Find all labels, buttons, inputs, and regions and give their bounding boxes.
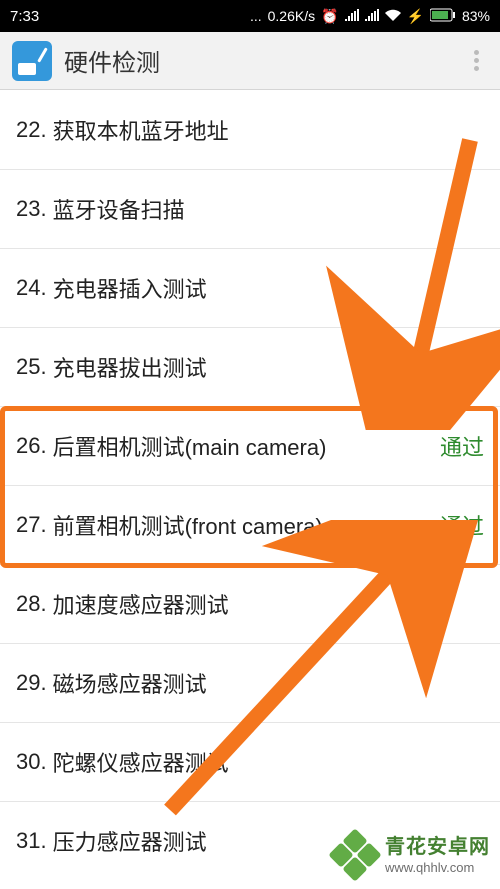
item-label: 前置相机测试(front camera) (53, 509, 440, 541)
app-bar: 硬件检测 (0, 32, 500, 90)
signal-icon-2 (365, 8, 379, 24)
signal-icon (345, 8, 359, 24)
item-label: 蓝牙设备扫描 (53, 193, 484, 225)
status-battery: 83% (462, 8, 490, 24)
app-title: 硬件检测 (64, 43, 464, 78)
list-item[interactable]: 23. 蓝牙设备扫描 (0, 169, 500, 248)
watermark-name: 青花安卓网 (385, 834, 490, 860)
status-time: 7:33 (10, 8, 39, 25)
list-item[interactable]: 28. 加速度感应器测试 (0, 564, 500, 643)
item-number: 29. (16, 670, 47, 696)
overflow-menu-button[interactable] (464, 50, 488, 71)
watermark: 青花安卓网 www.qhhlv.com (333, 833, 490, 877)
app-icon (12, 41, 52, 81)
item-label: 后置相机测试(main camera) (53, 430, 440, 462)
alarm-icon: ⏰ (321, 8, 338, 25)
status-net-speed: 0.26K/s (268, 8, 315, 24)
item-number: 22. (16, 117, 47, 143)
list-item[interactable]: 29. 磁场感应器测试 (0, 643, 500, 722)
item-status: 通过 (440, 509, 484, 541)
item-label: 充电器拔出测试 (53, 351, 484, 383)
item-number: 30. (16, 749, 47, 775)
list-item[interactable]: 30. 陀螺仪感应器测试 (0, 722, 500, 801)
wifi-icon (385, 8, 401, 24)
item-number: 26. (16, 433, 47, 459)
item-label: 充电器插入测试 (53, 272, 484, 304)
watermark-url: www.qhhlv.com (385, 860, 490, 877)
item-label: 陀螺仪感应器测试 (53, 746, 484, 778)
item-label: 加速度感应器测试 (53, 588, 484, 620)
watermark-logo-icon (333, 833, 377, 877)
list-item[interactable]: 25. 充电器拔出测试 (0, 327, 500, 406)
item-label: 磁场感应器测试 (53, 667, 484, 699)
status-bar: 7:33 ... 0.26K/s ⏰ ⚡ 83% (0, 0, 500, 32)
list-item[interactable]: 26. 后置相机测试(main camera) 通过 (0, 406, 500, 485)
list-item[interactable]: 22. 获取本机蓝牙地址 (0, 90, 500, 169)
item-label: 获取本机蓝牙地址 (53, 114, 484, 146)
item-number: 23. (16, 196, 47, 222)
bolt-icon: ⚡ (407, 8, 424, 25)
item-number: 24. (16, 275, 47, 301)
item-number: 27. (16, 512, 47, 538)
list-item[interactable]: 27. 前置相机测试(front camera) 通过 (0, 485, 500, 564)
list-item[interactable]: 24. 充电器插入测试 (0, 248, 500, 327)
item-number: 28. (16, 591, 47, 617)
status-separator: ... (250, 8, 262, 24)
item-number: 25. (16, 354, 47, 380)
item-status: 通过 (440, 430, 484, 462)
test-list: 22. 获取本机蓝牙地址 23. 蓝牙设备扫描 24. 充电器插入测试 25. … (0, 90, 500, 880)
item-number: 31. (16, 828, 47, 854)
battery-icon (430, 8, 456, 25)
